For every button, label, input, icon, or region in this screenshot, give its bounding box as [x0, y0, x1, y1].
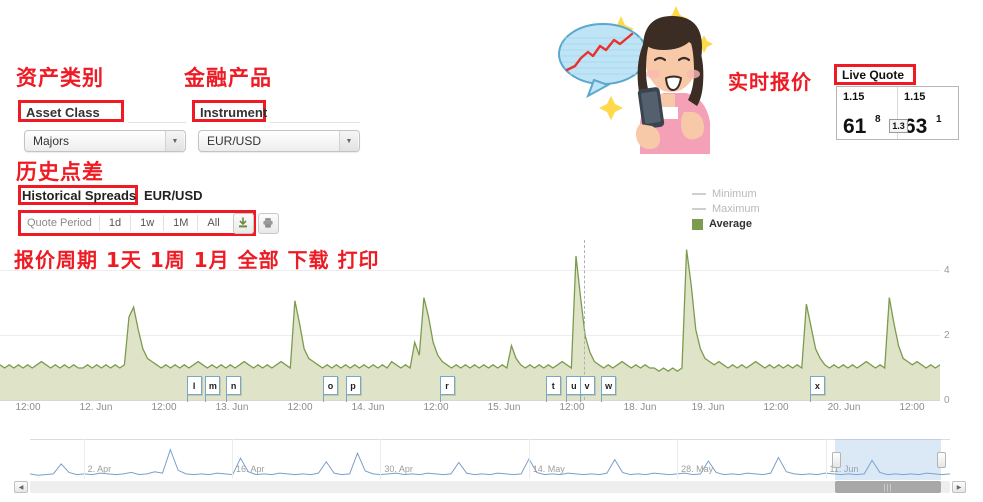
navigator-tick-1: 16. Apr [236, 464, 265, 474]
legend-line-icon [692, 208, 706, 210]
historical-spreads-pair: EUR/USD [144, 188, 203, 203]
x-tick-3: 13. Jun [215, 402, 249, 413]
quote-period-1d[interactable]: 1d [98, 215, 130, 231]
y-tick-2: 2 [944, 330, 950, 341]
x-tick-11: 12:00 [763, 402, 789, 413]
legend-item-maximum[interactable]: Maximum [692, 203, 760, 215]
chevron-down-icon[interactable]: ▼ [165, 131, 184, 151]
navigator-separator [528, 439, 530, 479]
navigator-separator [825, 439, 827, 479]
chart-marker-n[interactable]: n [226, 376, 242, 402]
quote-period-toolbar[interactable]: Quote Period 1d 1w 1M All [22, 212, 279, 234]
x-tick-5: 14. Jun [351, 402, 385, 413]
chart-marker-w[interactable]: w [601, 376, 617, 402]
x-tick-1: 12. Jun [79, 402, 113, 413]
chart-marker-o[interactable]: o [322, 376, 338, 402]
annotation-instrument-cn: 金融产品 [184, 66, 272, 90]
x-tick-12: 20. Jun [827, 402, 861, 413]
chart-navigator[interactable]: 2. Apr 16. Apr 30. Apr 14. May 28. May 11. Ju… [0, 432, 983, 502]
chart-marker-m[interactable]: m [205, 376, 221, 402]
x-tick-6: 12:00 [423, 402, 449, 413]
print-icon[interactable] [257, 212, 279, 234]
navigator-scrollbar[interactable]: ||| [30, 481, 950, 493]
mascot-illustration [548, 2, 738, 154]
navigator-scroll-thumb[interactable]: ||| [835, 481, 941, 493]
chart-marker-v[interactable]: v [579, 376, 595, 402]
navigator-separator [677, 439, 679, 479]
asset-class-label: Asset Class [26, 105, 100, 120]
chart-plot-area[interactable]: lmnoprtuvwx [0, 240, 940, 402]
x-tick-8: 12:00 [559, 402, 585, 413]
navigator-tick-4: 28. May [681, 464, 714, 474]
chevron-down-icon[interactable]: ▼ [339, 131, 358, 151]
navigator-series [30, 439, 950, 481]
download-icon[interactable] [232, 212, 254, 234]
instrument-label: Instrument [200, 105, 268, 120]
quote-period-1m[interactable]: 1M [163, 215, 197, 231]
quote-period-label: Quote Period [27, 217, 92, 229]
legend-item-minimum[interactable]: Minimum [692, 188, 760, 200]
annotation-asset-class-cn: 资产类别 [16, 66, 104, 90]
y-tick-4: 4 [944, 265, 950, 276]
navigator-handle-left[interactable] [832, 452, 841, 468]
live-quote-title: Live Quote [842, 68, 905, 82]
legend-label-minimum: Minimum [712, 188, 757, 200]
bid-fraction: 8 [875, 114, 881, 125]
x-tick-9: 18. Jun [623, 402, 657, 413]
chart-marker-t[interactable]: t [545, 376, 561, 402]
x-tick-2: 12:00 [151, 402, 177, 413]
chart-marker-p[interactable]: p [345, 376, 361, 402]
asset-class-rule [128, 122, 186, 123]
ask-fraction: 1 [936, 114, 942, 125]
legend-label-maximum: Maximum [712, 203, 760, 215]
x-tick-4: 12:00 [287, 402, 313, 413]
instrument-value: EUR/USD [207, 134, 262, 148]
navigator-separator [83, 439, 85, 479]
navigator-handle-right[interactable] [936, 452, 946, 468]
bid-prefix: 1.15 [843, 91, 865, 103]
spreads-chart[interactable]: lmnoprtuvwx 4 2 0 [0, 240, 983, 420]
chart-legend: Minimum Maximum Average [692, 188, 760, 230]
navigator-tick-3: 14. May [532, 464, 565, 474]
legend-label-average: Average [709, 218, 753, 230]
speech-bubble-icon [558, 23, 648, 99]
x-tick-10: 19. Jun [691, 402, 725, 413]
annotation-live-quote-cn: 实时报价 [728, 70, 812, 94]
legend-swatch-icon [692, 218, 703, 230]
y-tick-0: 0 [944, 395, 950, 406]
historical-spreads-title: Historical Spreads [22, 188, 137, 203]
navigator-tick-0: 2. Apr [87, 464, 112, 474]
navigator-selection[interactable] [835, 439, 941, 480]
ask-prefix: 1.15 [904, 91, 926, 103]
legend-item-average[interactable]: Average [692, 218, 760, 230]
chart-marker-r[interactable]: r [439, 376, 455, 402]
person-figure [636, 16, 710, 154]
caret-right-icon[interactable]: ▶ [952, 481, 966, 493]
caret-left-icon[interactable]: ◀ [14, 481, 28, 493]
x-tick-0: 12:00 [15, 402, 41, 413]
grip-icon: ||| [883, 482, 893, 492]
navigator-separator [380, 439, 382, 479]
live-quote-box[interactable]: 1.15 61 8 1.15 63 1 1.3 [836, 86, 959, 140]
asset-class-value: Majors [33, 134, 70, 148]
live-quote-spread: 1.3 [889, 119, 908, 133]
chart-marker-x[interactable]: x [809, 376, 825, 402]
x-tick-7: 15. Jun [487, 402, 521, 413]
quote-period-1w[interactable]: 1w [130, 215, 163, 231]
chart-marker-l[interactable]: l [186, 376, 202, 402]
annotation-historical-spreads-cn: 历史点差 [16, 160, 104, 184]
quote-period-all[interactable]: All [197, 215, 228, 231]
legend-line-icon [692, 193, 706, 195]
navigator-tick-2: 30. Apr [384, 464, 413, 474]
asset-class-select[interactable]: Majors ▼ [24, 130, 186, 152]
instrument-rule [270, 122, 360, 123]
bid-pips: 61 [843, 115, 867, 138]
axis-line-x [0, 400, 940, 401]
navigator-separator [232, 439, 233, 479]
instrument-select[interactable]: EUR/USD ▼ [198, 130, 360, 152]
x-tick-13: 12:00 [899, 402, 925, 413]
chart-series-average [0, 240, 940, 400]
